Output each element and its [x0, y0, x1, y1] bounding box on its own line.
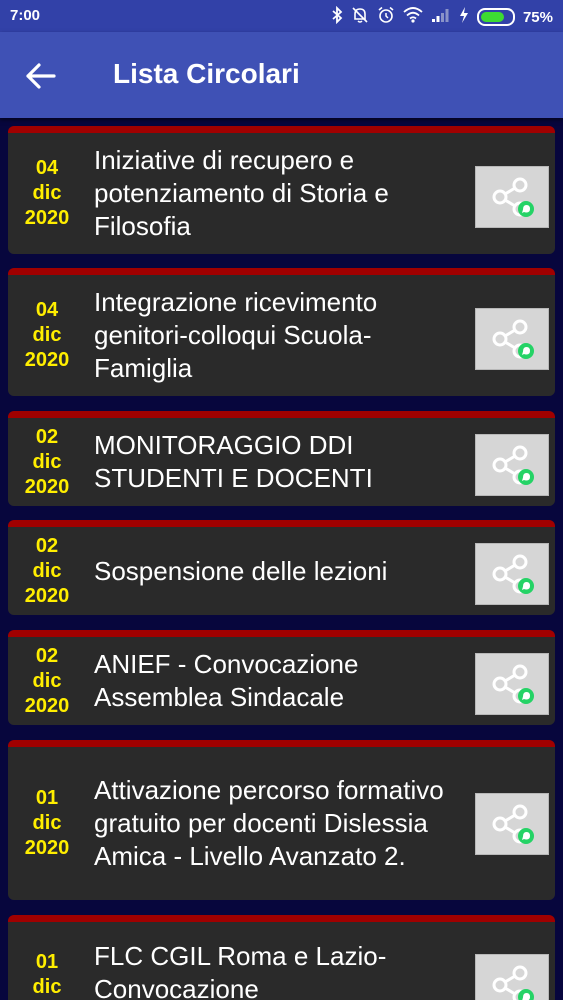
list-item[interactable]: 01 dic 2020 FLC CGIL Roma e Lazio-Convoc…	[8, 915, 555, 1000]
item-date: 01 dic 2020	[8, 922, 86, 1000]
share-button[interactable]	[475, 653, 549, 715]
status-bar: 7:00 75%	[0, 0, 563, 32]
status-icons: 75%	[331, 5, 553, 28]
share-whatsapp-icon	[492, 804, 534, 844]
back-button[interactable]	[18, 54, 62, 98]
battery-icon	[476, 8, 515, 26]
bluetooth-icon	[331, 5, 343, 28]
item-title: Attivazione percorso formativo gratuito …	[94, 775, 444, 871]
share-whatsapp-icon	[492, 177, 534, 217]
item-day: 04	[35, 157, 59, 179]
item-title: MONITORAGGIO DDI STUDENTI E DOCENTI	[94, 430, 373, 493]
share-button[interactable]	[475, 166, 549, 228]
item-title: Iniziative di recupero e potenziamento d…	[94, 145, 389, 241]
item-year: 2020	[24, 694, 70, 717]
list-item[interactable]: 02 dic 2020 Sospensione delle lezioni	[8, 520, 555, 615]
charging-icon	[459, 7, 469, 27]
item-month: dic	[32, 812, 62, 834]
item-year: 2020	[24, 207, 70, 229]
share-button[interactable]	[475, 434, 549, 496]
item-date: 02 dic 2020	[8, 418, 86, 506]
item-month: dic	[32, 669, 62, 692]
item-year: 2020	[24, 475, 70, 498]
share-button[interactable]	[475, 308, 549, 370]
alarm-icon	[377, 6, 395, 28]
share-button[interactable]	[475, 793, 549, 855]
signal-icon	[431, 7, 451, 27]
share-whatsapp-icon	[492, 965, 534, 1000]
item-date: 04 dic 2020	[8, 133, 86, 254]
item-month: dic	[32, 450, 62, 473]
app-bar: Lista Circolari	[0, 32, 563, 118]
share-whatsapp-icon	[492, 554, 534, 594]
list-item[interactable]: 04 dic 2020 Integrazione ricevimento gen…	[8, 268, 555, 396]
item-year: 2020	[24, 837, 70, 859]
item-day: 01	[35, 787, 59, 809]
list-item[interactable]: 02 dic 2020 ANIEF - Convocazione Assembl…	[8, 630, 555, 725]
item-date: 02 dic 2020	[8, 527, 86, 615]
item-day: 01	[35, 951, 59, 973]
item-title: ANIEF - Convocazione Assemblea Sindacale	[94, 649, 359, 712]
battery-percent: 75%	[522, 8, 553, 26]
item-month: dic	[32, 324, 62, 346]
list-item[interactable]: 01 dic 2020 Attivazione percorso formati…	[8, 740, 555, 900]
share-whatsapp-icon	[492, 664, 534, 704]
mute-bell-icon	[351, 6, 369, 28]
item-month: dic	[32, 976, 62, 998]
page-title: Lista Circolari	[113, 58, 300, 89]
item-month: dic	[32, 182, 62, 204]
item-date: 04 dic 2020	[8, 275, 86, 396]
item-day: 02	[35, 644, 59, 667]
share-whatsapp-icon	[492, 319, 534, 359]
item-date: 01 dic 2020	[8, 747, 86, 900]
list-item[interactable]: 02 dic 2020 MONITORAGGIO DDI STUDENTI E …	[8, 411, 555, 506]
item-year: 2020	[24, 584, 70, 607]
share-button[interactable]	[475, 543, 549, 605]
item-day: 02	[35, 534, 59, 557]
wifi-icon	[403, 7, 423, 27]
circolari-list[interactable]: 04 dic 2020 Iniziative di recupero e pot…	[0, 118, 563, 1000]
list-item[interactable]: 04 dic 2020 Iniziative di recupero e pot…	[8, 126, 555, 254]
item-title: FLC CGIL Roma e Lazio-Convocazione	[94, 941, 387, 1000]
status-time: 7:00	[10, 7, 41, 24]
arrow-back-icon	[26, 63, 56, 89]
item-day: 04	[35, 299, 59, 321]
item-day: 02	[35, 425, 59, 448]
item-year: 2020	[24, 349, 70, 371]
item-title: Sospensione delle lezioni	[94, 555, 388, 586]
share-whatsapp-icon	[492, 445, 534, 485]
item-month: dic	[32, 559, 62, 582]
share-button[interactable]	[475, 954, 549, 1000]
item-title: Integrazione ricevimento genitori-colloq…	[94, 287, 378, 383]
item-date: 02 dic 2020	[8, 637, 86, 725]
